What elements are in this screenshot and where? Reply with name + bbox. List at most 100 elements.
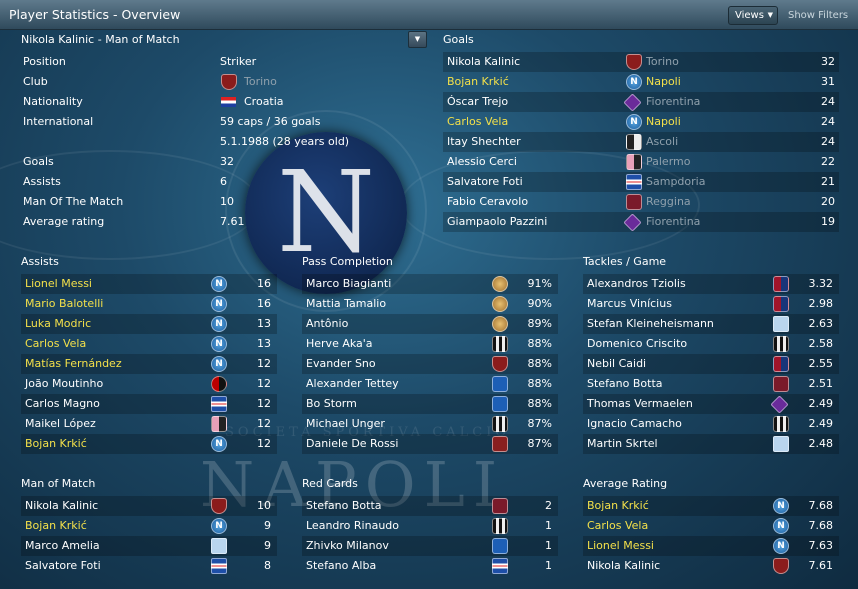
- table-row[interactable]: Antônio 89%: [302, 314, 558, 334]
- table-row[interactable]: Carlos Vela 13: [21, 334, 277, 354]
- table-row[interactable]: Stefano Botta 2.51: [583, 374, 839, 394]
- table-row[interactable]: Alexandros Tziolis 3.32: [583, 274, 839, 294]
- player-name[interactable]: Matías Fernández: [25, 354, 122, 374]
- show-filters-button[interactable]: Show Filters: [788, 10, 848, 21]
- player-name[interactable]: Marco Amelia: [25, 536, 100, 556]
- player-selector-dropdown[interactable]: ▼: [408, 31, 427, 48]
- player-name[interactable]: Alexandros Tziolis: [587, 274, 686, 294]
- table-row[interactable]: Evander Sno 88%: [302, 354, 558, 374]
- player-name[interactable]: Óscar Trejo: [447, 92, 508, 112]
- table-row[interactable]: Fabio Ceravolo Reggina 20: [443, 192, 839, 212]
- table-row[interactable]: Stefano Botta 2: [302, 496, 558, 516]
- player-name[interactable]: Martin Skrtel: [587, 434, 658, 454]
- table-row[interactable]: João Moutinho 12: [21, 374, 277, 394]
- player-name[interactable]: Thomas Vermaelen: [587, 394, 693, 414]
- player-name[interactable]: Bo Storm: [306, 394, 357, 414]
- player-name[interactable]: Lionel Messi: [587, 536, 654, 556]
- table-row[interactable]: Alessio Cerci Palermo 22: [443, 152, 839, 172]
- player-name[interactable]: Stefano Botta: [306, 496, 382, 516]
- table-row[interactable]: Salvatore Foti Sampdoria 21: [443, 172, 839, 192]
- table-row[interactable]: Thomas Vermaelen 2.49: [583, 394, 839, 414]
- player-name[interactable]: Mattia Tamalio: [306, 294, 386, 314]
- player-name[interactable]: Alessio Cerci: [447, 152, 517, 172]
- table-row[interactable]: Leandro Rinaudo 1: [302, 516, 558, 536]
- player-name[interactable]: Michael Unger: [306, 414, 385, 434]
- table-row[interactable]: Zhivko Milanov 1: [302, 536, 558, 556]
- player-field-value[interactable]: Torino: [244, 72, 277, 92]
- player-name[interactable]: Bojan Krkić: [25, 434, 87, 454]
- table-row[interactable]: Matías Fernández 12: [21, 354, 277, 374]
- player-name[interactable]: Nebil Caidi: [587, 354, 646, 374]
- club-name[interactable]: Napoli: [646, 112, 681, 132]
- table-row[interactable]: Stefano Alba 1: [302, 556, 558, 576]
- player-name[interactable]: Bojan Krkić: [25, 516, 87, 536]
- player-name[interactable]: Herve Aka'a: [306, 334, 373, 354]
- table-row[interactable]: Herve Aka'a 88%: [302, 334, 558, 354]
- club-name[interactable]: Fiorentina: [646, 92, 700, 112]
- table-row[interactable]: Bojan Krkić Napoli 31: [443, 72, 839, 92]
- player-name[interactable]: Nikola Kalinic: [25, 496, 98, 516]
- table-row[interactable]: Maikel López 12: [21, 414, 277, 434]
- club-name[interactable]: Sampdoria: [646, 172, 705, 192]
- player-name[interactable]: Lionel Messi: [25, 274, 92, 294]
- table-row[interactable]: Domenico Criscito 2.58: [583, 334, 839, 354]
- table-row[interactable]: Martin Skrtel 2.48: [583, 434, 839, 454]
- player-name[interactable]: Marco Biagianti: [306, 274, 391, 294]
- table-row[interactable]: Carlos Vela Napoli 24: [443, 112, 839, 132]
- player-name[interactable]: Bojan Krkić: [587, 496, 649, 516]
- table-row[interactable]: Michael Unger 87%: [302, 414, 558, 434]
- table-row[interactable]: Nebil Caidi 2.55: [583, 354, 839, 374]
- table-row[interactable]: Bojan Krkić 9: [21, 516, 277, 536]
- player-name[interactable]: Marcus Vinícius: [587, 294, 672, 314]
- table-row[interactable]: Bojan Krkić 12: [21, 434, 277, 454]
- table-row[interactable]: Itay Shechter Ascoli 24: [443, 132, 839, 152]
- table-row[interactable]: Óscar Trejo Fiorentina 24: [443, 92, 839, 112]
- table-row[interactable]: Ignacio Camacho 2.49: [583, 414, 839, 434]
- table-row[interactable]: Marcus Vinícius 2.98: [583, 294, 839, 314]
- views-button[interactable]: Views ▼: [728, 6, 778, 25]
- table-row[interactable]: Nikola Kalinic Torino 32: [443, 52, 839, 72]
- player-name[interactable]: Mario Balotelli: [25, 294, 103, 314]
- player-name[interactable]: Stefan Kleineheismann: [587, 314, 714, 334]
- player-name[interactable]: Giampaolo Pazzini: [447, 212, 547, 232]
- table-row[interactable]: Giampaolo Pazzini Fiorentina 19: [443, 212, 839, 232]
- table-row[interactable]: Alexander Tettey 88%: [302, 374, 558, 394]
- table-row[interactable]: Bojan Krkić 7.68: [583, 496, 839, 516]
- table-row[interactable]: Mattia Tamalio 90%: [302, 294, 558, 314]
- table-row[interactable]: Marco Amelia 9: [21, 536, 277, 556]
- table-row[interactable]: Carlos Vela 7.68: [583, 516, 839, 536]
- player-name[interactable]: Domenico Criscito: [587, 334, 687, 354]
- table-row[interactable]: Carlos Magno 12: [21, 394, 277, 414]
- club-name[interactable]: Torino: [646, 52, 679, 72]
- player-name[interactable]: Carlos Magno: [25, 394, 100, 414]
- player-name[interactable]: Bojan Krkić: [447, 72, 509, 92]
- player-name[interactable]: Fabio Ceravolo: [447, 192, 528, 212]
- player-name[interactable]: Zhivko Milanov: [306, 536, 389, 556]
- player-name[interactable]: Salvatore Foti: [25, 556, 101, 576]
- club-name[interactable]: Fiorentina: [646, 212, 700, 232]
- table-row[interactable]: Lionel Messi 16: [21, 274, 277, 294]
- player-name[interactable]: Nikola Kalinic: [447, 52, 520, 72]
- table-row[interactable]: Marco Biagianti 91%: [302, 274, 558, 294]
- table-row[interactable]: Mario Balotelli 16: [21, 294, 277, 314]
- club-name[interactable]: Palermo: [646, 152, 690, 172]
- player-name[interactable]: Salvatore Foti: [447, 172, 523, 192]
- club-name[interactable]: Reggina: [646, 192, 691, 212]
- player-name[interactable]: Maikel López: [25, 414, 96, 434]
- table-row[interactable]: Bo Storm 88%: [302, 394, 558, 414]
- table-row[interactable]: Stefan Kleineheismann 2.63: [583, 314, 839, 334]
- player-name[interactable]: Ignacio Camacho: [587, 414, 682, 434]
- player-name[interactable]: Alexander Tettey: [306, 374, 399, 394]
- player-name[interactable]: Carlos Vela: [25, 334, 86, 354]
- player-name[interactable]: Evander Sno: [306, 354, 376, 374]
- player-name[interactable]: Itay Shechter: [447, 132, 521, 152]
- table-row[interactable]: Salvatore Foti 8: [21, 556, 277, 576]
- player-name[interactable]: Antônio: [306, 314, 348, 334]
- club-name[interactable]: Napoli: [646, 72, 681, 92]
- player-name[interactable]: João Moutinho: [25, 374, 103, 394]
- table-row[interactable]: Nikola Kalinic 10: [21, 496, 277, 516]
- player-name[interactable]: Nikola Kalinic: [587, 556, 660, 576]
- table-row[interactable]: Luka Modric 13: [21, 314, 277, 334]
- player-name[interactable]: Leandro Rinaudo: [306, 516, 399, 536]
- table-row[interactable]: Daniele De Rossi 87%: [302, 434, 558, 454]
